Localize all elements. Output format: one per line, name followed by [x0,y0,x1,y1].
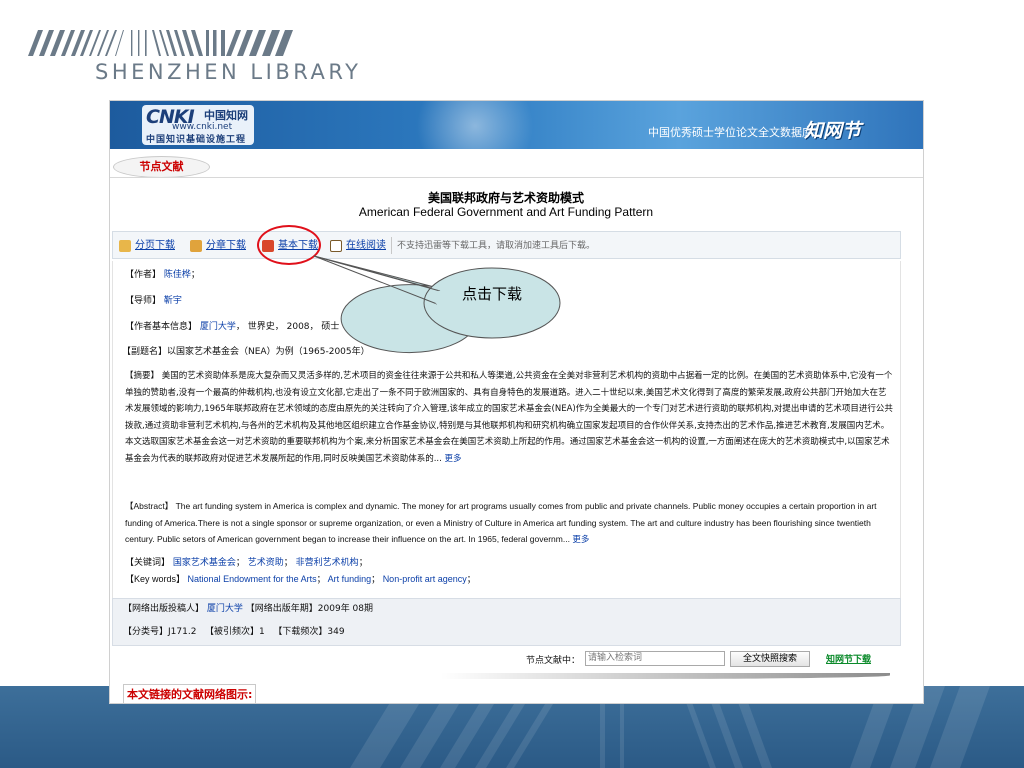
keywords-cn-label: 【关键词】 [125,558,171,568]
author-label: 【作者】 [125,270,162,280]
highlight-ellipse [257,225,321,265]
fulltext-search-button[interactable]: 全文快照搜索 [730,651,810,667]
cited-value: 1 [259,627,265,637]
advisor-label: 【导师】 [125,296,162,306]
cited-label: 【被引频次】 [205,627,260,637]
author-row: 【作者】 陈佳桦； [125,270,200,280]
database-name: 中国优秀硕士学位论文全文数据库 [648,126,813,139]
author-info-label: 【作者基本信息】 [125,322,198,332]
abstract-en-text: The art funding system in America is com… [125,501,877,544]
page-download-label: 分页下载 [135,240,175,251]
callout-text: 点击下载 [461,285,522,303]
search-input[interactable]: 请输入检索词 [585,651,725,666]
download-count-label: 【下载频次】 [273,627,328,637]
keyword-link[interactable]: 非营利艺术机构 [296,558,359,568]
online-read-icon [330,240,342,252]
tab-divider [110,177,923,178]
publish-row: 【网络出版投稿人】 厦门大学 【网络出版年期】2009年 08期 [123,601,373,617]
class-label: 【分类号】 [123,627,169,637]
library-name: SHENZHEN LIBRARY [95,60,362,84]
toolbar-separator [391,237,392,254]
abstract-cn: 【摘要】 美国的艺术资助体系是庞大复杂而又灵活多样的,艺术项目的资金往往来源于公… [125,368,893,467]
author-link[interactable]: 陈佳桦 [164,270,191,280]
subtitle-row: 【副题名】以国家艺术基金会（NEA）为例（1965-2005年） [122,347,370,357]
publish-date: 2009年 08期 [317,604,374,614]
search-bar-shadow [440,673,890,679]
publication-info: 【网络出版投稿人】 厦门大学 【网络出版年期】2009年 08期 【分类号】J1… [112,598,901,646]
publish-unit-label: 【网络出版投稿人】 [123,604,205,614]
advisor-link[interactable]: 靳宇 [164,296,182,306]
publish-date-label: 【网络出版年期】 [245,604,318,614]
university-link[interactable]: 厦门大学 [200,322,236,332]
cnki-banner: CNKI 中国知网 www.cnki.net 中国知识基础设施工程 中国优秀硕士… [110,101,923,161]
cnki-logo[interactable]: CNKI 中国知网 www.cnki.net 中国知识基础设施工程 [142,105,254,145]
cnki-logo-url: www.cnki.net [172,122,233,132]
zhiwangjie-brand: 知网节 [803,120,861,142]
abstract-cn-more-link[interactable]: 更多 [445,454,462,464]
publish-unit-link[interactable]: 厦门大学 [207,604,243,614]
node-download-link[interactable]: 知网节下载 [826,652,871,665]
class-row: 【分类号】J171.2 【被引频次】1 【下载频次】349 [123,624,345,640]
cnki-logo-cn: 中国知网 [204,109,248,122]
chapter-download-label: 分章下载 [206,240,246,251]
download-tool-note: 不支持迅雷等下载工具，请取消加速工具后下载。 [397,241,596,251]
keywords-en-row: 【Key words】 National Endowment for the A… [125,574,476,584]
keyword-link[interactable]: 艺术资助 [248,558,284,568]
article-title-cn: 美国联邦政府与艺术资助模式 [427,191,584,205]
keyword-en-link[interactable]: Art funding [328,574,372,584]
abstract-cn-label: 【摘要】 [125,371,160,381]
class-value: J171.2 [168,627,197,637]
tab-node-document[interactable]: 节点文献 [113,156,210,178]
citation-network-label: 本文链接的文献网络图示: [123,684,257,703]
author-info-row: 【作者基本信息】 厦门大学， 世界史， 2008， 硕士 [125,319,339,335]
author-info-rest: ， 世界史， 2008， 硕士 [235,322,340,332]
search-label: 节点文献中： [526,656,581,666]
cnki-screenshot: CNKI 中国知网 www.cnki.net 中国知识基础设施工程 中国优秀硕士… [109,100,924,704]
keyword-en-link[interactable]: National Endowment for the Arts [188,574,317,584]
library-logo-slashes [28,30,293,56]
abstract-en-label: 【Abstract】 [125,501,174,511]
keyword-en-link[interactable]: Non-profit art agency [383,574,467,584]
online-read-label: 在线阅读 [346,240,386,251]
page-download-link[interactable]: 分页下载 [119,238,175,254]
page-download-icon [119,240,131,252]
cnki-logo-slogan: 中国知识基础设施工程 [146,135,247,145]
keywords-en-label: 【Key words】 [125,574,186,584]
keyword-link[interactable]: 国家艺术基金会 [173,558,236,568]
advisor-row: 【导师】 靳宇 [125,293,182,309]
chapter-download-icon [190,240,202,252]
node-search-bar: 节点文献中： 请输入检索词 全文快照搜索 知网节下载 [112,646,901,674]
chapter-download-link[interactable]: 分章下载 [190,238,246,254]
abstract-en: 【Abstract】 The art funding system in Ame… [125,498,893,548]
download-count: 349 [327,627,345,637]
article-details: 【作者】 陈佳桦； 【导师】 靳宇 【作者基本信息】 厦门大学， 世界史， 20… [112,261,901,598]
online-read-link[interactable]: 在线阅读 [330,238,386,254]
abstract-cn-text: 美国的艺术资助体系是庞大复杂而又灵活多样的,艺术项目的资金往往来源于公共和私人等… [125,371,893,464]
abstract-en-more-link[interactable]: 更多 [572,534,589,544]
download-toolbar: 分页下载 分章下载 基本下载 在线阅读 不支持迅雷等下载工具，请取消加速工具后下… [112,231,901,259]
keywords-cn-row: 【关键词】 国家艺术基金会； 艺术资助； 非营利艺术机构； [125,558,368,568]
article-title-en: American Federal Government and Art Fund… [358,205,654,219]
banner-globe-glow [400,101,550,161]
